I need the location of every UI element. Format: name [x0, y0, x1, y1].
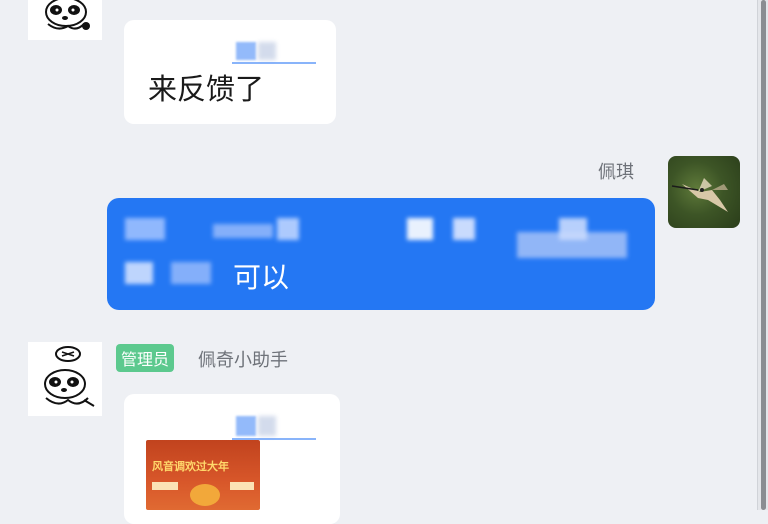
poster-decoration [230, 482, 254, 490]
message-text: 可以 [233, 261, 290, 294]
poster-decoration [152, 482, 178, 490]
redaction-block [171, 262, 211, 284]
redaction-block [213, 224, 273, 238]
redaction-block [453, 218, 475, 240]
sender-name: 佩琪 [598, 162, 634, 183]
redaction-block [236, 42, 256, 60]
poster-image[interactable]: 风音调欢过大年 [146, 440, 260, 510]
scrollbar-thumb[interactable] [761, 0, 766, 510]
message-bubble: 来反馈了 [124, 20, 336, 124]
redaction-block [258, 42, 276, 60]
message-bubble-self: 可以 [107, 198, 655, 310]
scrollbar[interactable] [757, 0, 768, 510]
redaction-block [258, 416, 276, 436]
poster-title: 风音调欢过大年 [152, 460, 229, 473]
redaction-line [232, 62, 316, 64]
avatar-panda[interactable] [28, 0, 102, 40]
redaction-block [236, 416, 256, 436]
poster-decoration [190, 484, 220, 506]
redaction-block [277, 218, 299, 240]
message-text: 来反馈了 [148, 72, 265, 106]
admin-badge: 管理员 [116, 344, 175, 372]
avatar-hummingbird[interactable] [668, 156, 740, 228]
sender-name: 佩奇小助手 [198, 350, 288, 371]
avatar-panda[interactable] [28, 342, 102, 416]
redaction-block [125, 262, 153, 284]
redaction-block [125, 218, 165, 240]
redaction-block [559, 218, 587, 240]
redaction-block [407, 218, 433, 240]
